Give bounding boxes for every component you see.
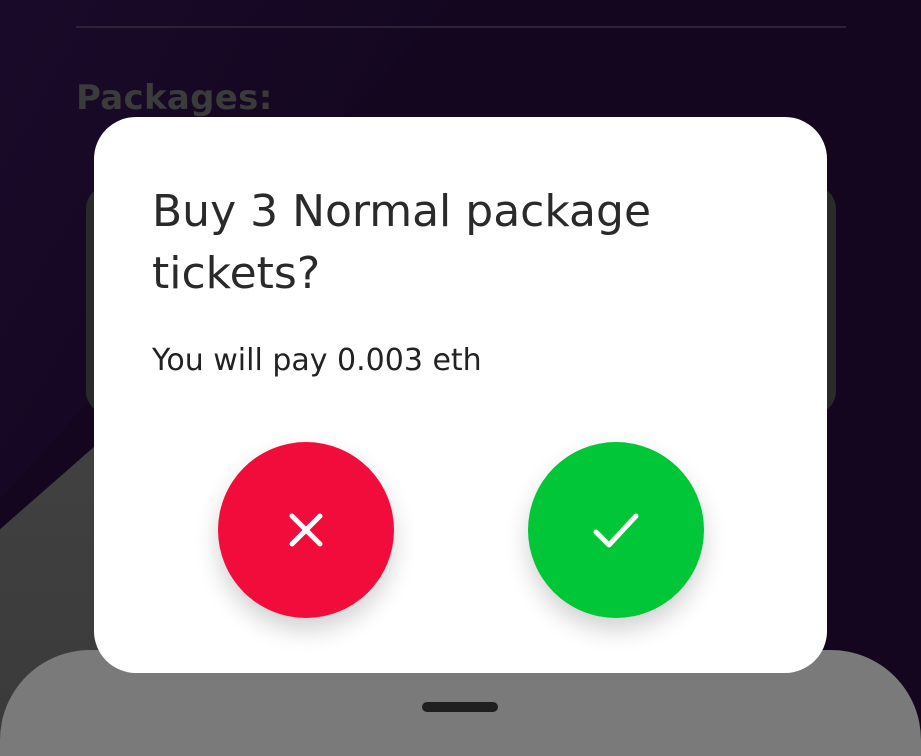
purchase-confirmation-dialog: Buy 3 Normal package tickets? You will p… — [94, 117, 827, 673]
confirm-button[interactable] — [528, 442, 704, 618]
close-icon — [283, 507, 329, 553]
check-icon — [589, 507, 643, 553]
top-divider — [76, 26, 846, 28]
bottom-sheet-handle[interactable] — [422, 702, 498, 712]
dialog-title: Buy 3 Normal package tickets? — [152, 186, 652, 299]
cancel-button[interactable] — [218, 442, 394, 618]
dialog-subtitle: You will pay 0.003 eth — [152, 343, 482, 378]
packages-title: Packages: — [76, 78, 273, 118]
